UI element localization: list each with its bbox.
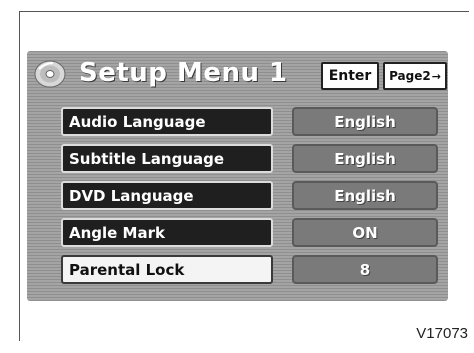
audio-language-button[interactable]: Audio Language: [61, 107, 273, 136]
setting-row: Subtitle Language English: [61, 144, 445, 173]
arrow-right-icon: →: [431, 69, 441, 83]
dvd-language-value: English: [292, 181, 438, 210]
setup-screen: Setup Menu 1 Enter Page2 → Audio Language…: [27, 51, 448, 301]
audio-language-value: English: [292, 107, 438, 136]
angle-mark-button[interactable]: Angle Mark: [61, 218, 273, 247]
disc-icon: [34, 60, 66, 88]
setting-row: Audio Language English: [61, 107, 445, 136]
figure-code: V17073: [416, 325, 468, 342]
subtitle-language-button[interactable]: Subtitle Language: [61, 144, 273, 173]
setting-row: DVD Language English: [61, 181, 445, 210]
subtitle-language-value: English: [292, 144, 438, 173]
dvd-language-button[interactable]: DVD Language: [61, 181, 273, 210]
parental-lock-button[interactable]: Parental Lock: [61, 255, 273, 284]
page2-button[interactable]: Page2 →: [383, 62, 447, 90]
enter-button[interactable]: Enter: [321, 62, 379, 90]
parental-lock-value: 8: [292, 255, 438, 284]
setting-row: Parental Lock 8: [61, 255, 445, 284]
angle-mark-value: ON: [292, 218, 438, 247]
page-title: Setup Menu 1: [79, 58, 288, 88]
page2-label: Page2: [389, 69, 431, 83]
setting-row: Angle Mark ON: [61, 218, 445, 247]
